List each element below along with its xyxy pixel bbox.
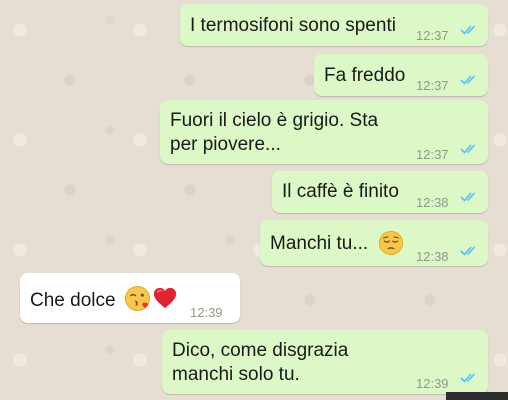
double-check-read-icon — [460, 75, 476, 85]
message-text: Dico, come disgrazia manchi solo tu. — [172, 340, 349, 385]
screen-bottom-edge — [446, 392, 508, 400]
message-time: 12:38 — [416, 249, 449, 264]
message-text: Il caffè è finito — [282, 181, 399, 202]
message-time: 12:38 — [416, 195, 449, 210]
message-text: Manchi tu... — [270, 233, 369, 254]
double-check-read-icon — [460, 192, 476, 202]
message-bubble-received[interactable]: Che dolce 12:39 — [20, 273, 240, 323]
message-text: Fuori il cielo è grigio. Sta per piovere… — [170, 110, 379, 155]
red-heart-emoji-icon — [153, 287, 177, 309]
message-bubble-sent[interactable]: Il caffè è finito 12:38 — [272, 171, 488, 213]
message-time: 12:37 — [416, 28, 449, 43]
face-blowing-kiss-emoji-icon — [124, 285, 151, 312]
message-bubble-sent[interactable]: Manchi tu... 12:38 — [260, 220, 488, 266]
pensive-face-emoji-icon — [378, 230, 404, 256]
message-time: 12:37 — [416, 147, 449, 162]
message-text: I termosifoni sono spenti — [190, 15, 396, 36]
message-bubble-sent[interactable]: I termosifoni sono spenti 12:37 — [180, 4, 488, 46]
double-check-read-icon — [460, 373, 476, 383]
message-text: Che dolce — [30, 290, 116, 311]
double-check-read-icon — [460, 25, 476, 35]
message-time: 12:39 — [416, 376, 449, 391]
message-text: Fa freddo — [324, 65, 406, 86]
message-bubble-sent[interactable]: Dico, come disgrazia manchi solo tu. 12:… — [162, 330, 488, 394]
message-time: 12:37 — [416, 78, 449, 93]
double-check-read-icon — [460, 144, 476, 154]
message-bubble-sent[interactable]: Fa freddo 12:37 — [314, 54, 488, 96]
message-bubble-sent[interactable]: Fuori il cielo è grigio. Sta per piovere… — [160, 100, 488, 164]
double-check-read-icon — [460, 246, 476, 256]
message-time: 12:39 — [190, 305, 223, 320]
